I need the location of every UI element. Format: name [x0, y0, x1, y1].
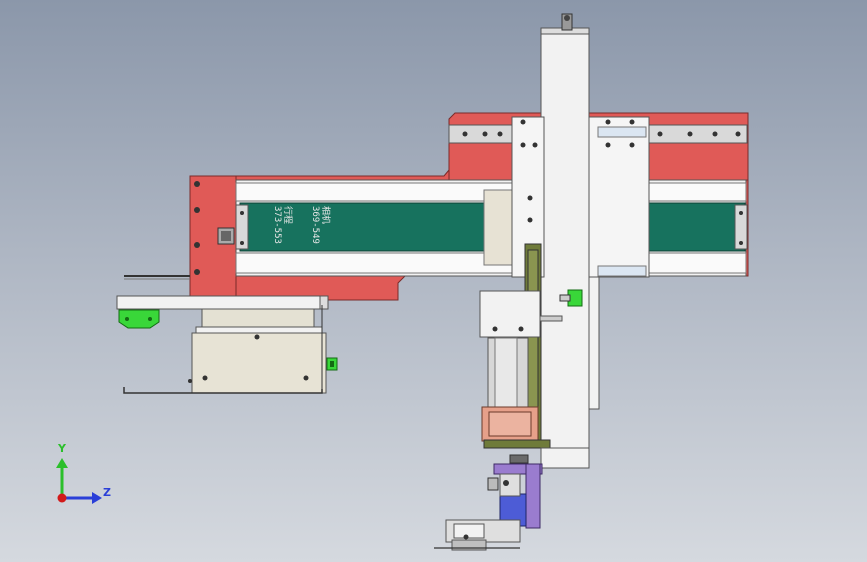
cylinder-body	[487, 337, 529, 409]
assembly-drawing	[56, 13, 749, 551]
panel-text-line-2: 369-549	[310, 206, 320, 244]
left-rail-line	[124, 275, 190, 280]
green-slider	[118, 309, 160, 329]
cad-viewport[interactable]: 相机 369-549 行程 373-553 Y Z	[0, 0, 867, 562]
column-side-rail	[588, 276, 600, 410]
axis-y-label: Y	[58, 442, 66, 455]
panel-text-line-4: 373-553	[272, 206, 282, 244]
panel-text-line-1: 相机	[320, 206, 330, 225]
axis-triad	[56, 458, 102, 504]
lower-plate	[188, 308, 327, 394]
left-coupling	[217, 227, 235, 245]
column-bottom	[540, 447, 590, 469]
suction-base	[434, 519, 521, 551]
axis-z-label: Z	[103, 486, 111, 499]
sensor-connector	[326, 357, 338, 371]
purple-gripper	[487, 454, 543, 529]
lower-guide-rail	[116, 295, 329, 310]
carriage-block	[483, 189, 515, 266]
panel-text-line-3: 行程	[282, 206, 292, 225]
z-column	[540, 13, 590, 469]
